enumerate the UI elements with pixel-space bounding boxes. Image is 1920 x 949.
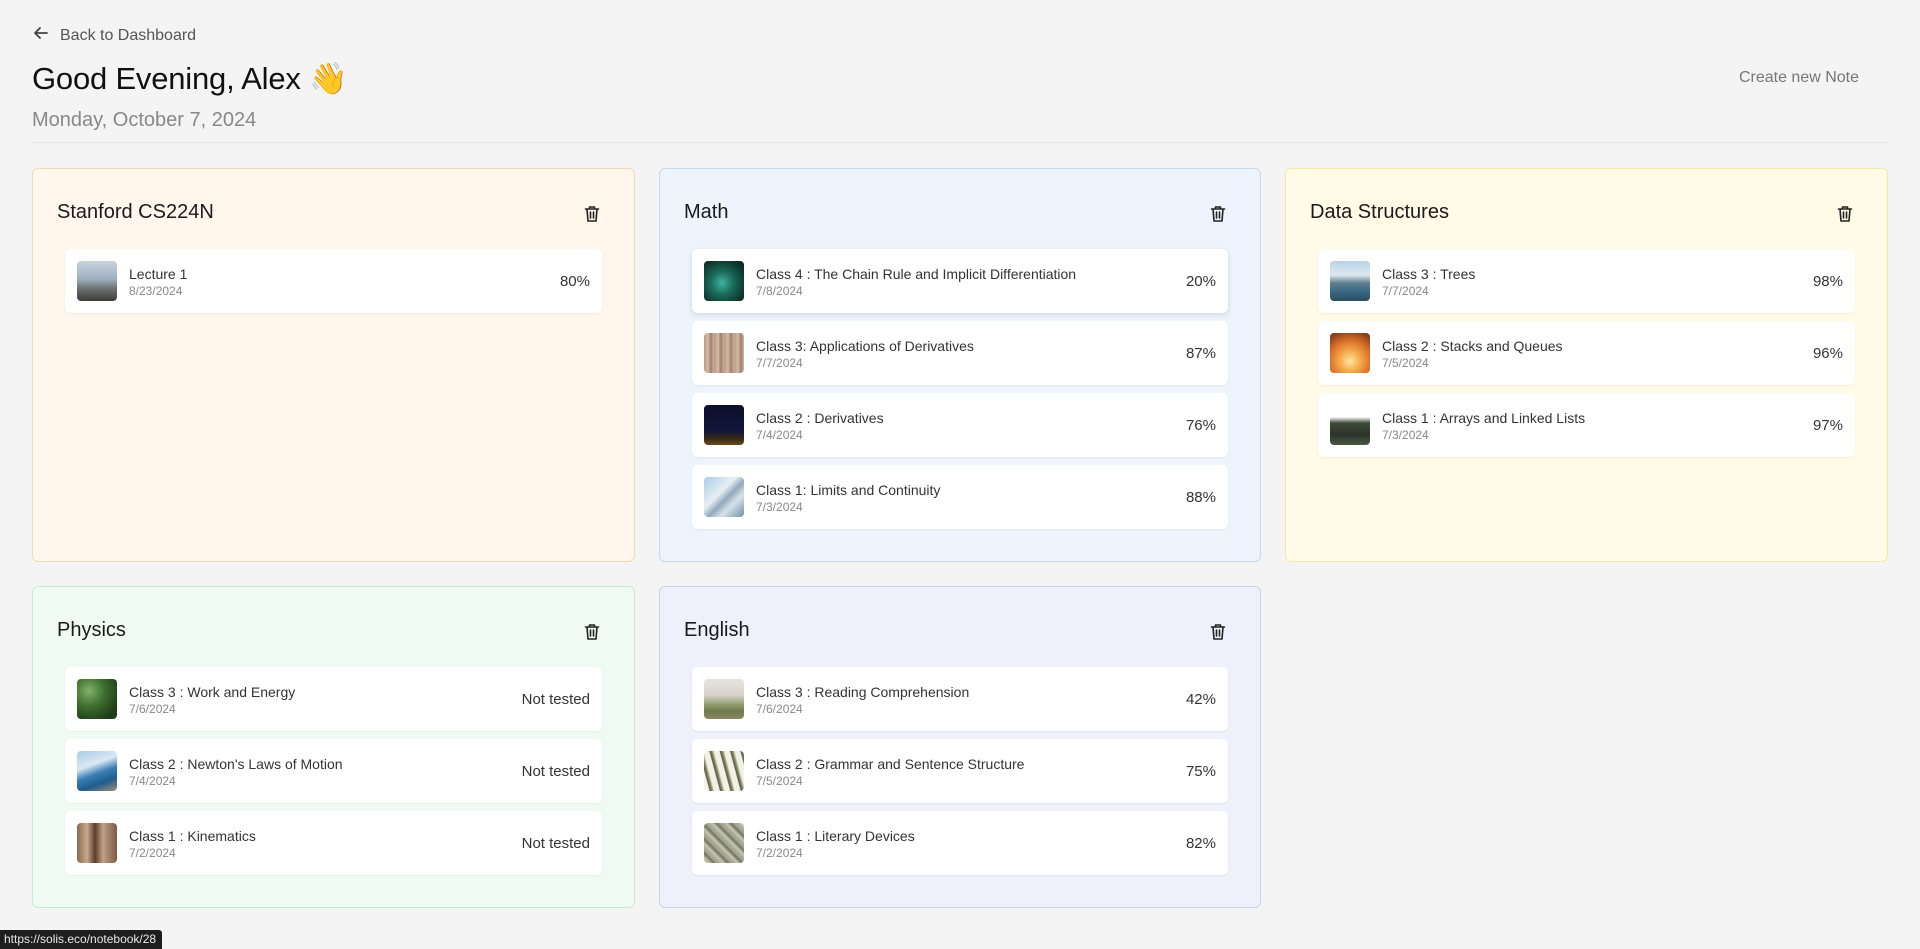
note-score: 98% xyxy=(1812,273,1843,290)
note-title: Class 1 : Literary Devices xyxy=(756,828,915,844)
notebook-card-physics: Physics Class 3 : Work and Energy 7/6/20… xyxy=(32,586,635,908)
note-date: 7/6/2024 xyxy=(129,702,176,716)
note-thumbnail xyxy=(1330,333,1370,373)
card-title: Stanford CS224N xyxy=(57,201,214,223)
header-divider xyxy=(32,142,1888,143)
note-thumbnail xyxy=(1330,261,1370,301)
note-date: 7/5/2024 xyxy=(756,774,803,788)
note-entry[interactable]: Class 4 : The Chain Rule and Implicit Di… xyxy=(692,249,1228,313)
note-score: Not tested xyxy=(521,835,590,852)
notebook-card-english: English Class 3 : Reading Comprehension … xyxy=(659,586,1261,908)
note-entry[interactable]: Class 1 : Literary Devices 7/2/2024 82% xyxy=(692,811,1228,875)
note-date: 7/2/2024 xyxy=(129,846,176,860)
delete-notebook-button[interactable] xyxy=(584,205,600,223)
note-date: 7/3/2024 xyxy=(1382,428,1429,442)
note-title: Lecture 1 xyxy=(129,266,188,282)
note-entry[interactable]: Class 3 : Work and Energy 7/6/2024 Not t… xyxy=(65,667,602,731)
note-title: Class 2 : Grammar and Sentence Structure xyxy=(756,756,1025,772)
note-title: Class 1 : Arrays and Linked Lists xyxy=(1382,410,1586,426)
trash-icon xyxy=(1837,205,1853,223)
note-date: 7/2/2024 xyxy=(756,846,803,860)
card-title: English xyxy=(684,619,750,641)
note-score: 88% xyxy=(1185,489,1216,506)
note-entry[interactable]: Class 3 : Trees 7/7/2024 98% xyxy=(1318,249,1855,313)
note-thumbnail xyxy=(77,679,117,719)
trash-icon xyxy=(1210,205,1226,223)
note-title: Class 4 : The Chain Rule and Implicit Di… xyxy=(756,266,1077,282)
notes-page: Back to Dashboard Good Evening, Alex 👋 M… xyxy=(0,0,1920,949)
create-new-note-button[interactable]: Create new Note xyxy=(1739,69,1859,87)
note-thumbnail xyxy=(77,751,117,791)
notebook-card-data-structures: Data Structures Class 3 : Trees 7/7/2024… xyxy=(1285,168,1888,562)
note-entry[interactable]: Class 2 : Stacks and Queues 7/5/2024 96% xyxy=(1318,321,1855,385)
note-title: Class 2 : Derivatives xyxy=(756,410,884,426)
delete-notebook-button[interactable] xyxy=(1210,623,1226,641)
note-score: Not tested xyxy=(521,763,590,780)
note-entry[interactable]: Class 2 : Grammar and Sentence Structure… xyxy=(692,739,1228,803)
note-entry[interactable]: Class 3 : Reading Comprehension 7/6/2024… xyxy=(692,667,1228,731)
note-entry[interactable]: Class 3: Applications of Derivatives 7/7… xyxy=(692,321,1228,385)
arrow-left-icon xyxy=(32,24,50,47)
card-title: Physics xyxy=(57,619,126,641)
note-score: 87% xyxy=(1185,345,1216,362)
note-date: 7/8/2024 xyxy=(756,284,803,298)
note-date: 7/4/2024 xyxy=(129,774,176,788)
note-thumbnail xyxy=(704,405,744,445)
card-title: Math xyxy=(684,201,729,223)
note-score: 80% xyxy=(559,273,590,290)
note-date: 7/7/2024 xyxy=(1382,284,1429,298)
trash-icon xyxy=(584,623,600,641)
note-score: 76% xyxy=(1185,417,1216,434)
greeting-heading: Good Evening, Alex 👋 xyxy=(32,61,348,96)
note-score: 96% xyxy=(1812,345,1843,362)
note-score: 82% xyxy=(1185,835,1216,852)
note-thumbnail xyxy=(704,751,744,791)
card-title: Data Structures xyxy=(1310,201,1449,223)
note-date: 7/7/2024 xyxy=(756,356,803,370)
back-to-dashboard-link[interactable]: Back to Dashboard xyxy=(32,24,196,47)
note-entry[interactable]: Class 2 : Derivatives 7/4/2024 76% xyxy=(692,393,1228,457)
note-score: 42% xyxy=(1185,691,1216,708)
note-entry[interactable]: Class 1 : Kinematics 7/2/2024 Not tested xyxy=(65,811,602,875)
note-score: 75% xyxy=(1185,763,1216,780)
note-entry[interactable]: Class 2 : Newton's Laws of Motion 7/4/20… xyxy=(65,739,602,803)
note-entry[interactable]: Class 1: Limits and Continuity 7/3/2024 … xyxy=(692,465,1228,529)
delete-notebook-button[interactable] xyxy=(584,623,600,641)
note-title: Class 1: Limits and Continuity xyxy=(756,482,941,498)
note-title: Class 2 : Newton's Laws of Motion xyxy=(129,756,343,772)
delete-notebook-button[interactable] xyxy=(1837,205,1853,223)
note-title: Class 3 : Reading Comprehension xyxy=(756,684,970,700)
status-bar-url: https://solis.eco/notebook/28 xyxy=(0,930,163,949)
current-date: Monday, October 7, 2024 xyxy=(32,109,257,131)
note-date: 7/4/2024 xyxy=(756,428,803,442)
note-thumbnail xyxy=(1330,405,1370,445)
note-thumbnail xyxy=(77,261,117,301)
note-score: 97% xyxy=(1812,417,1843,434)
note-thumbnail xyxy=(704,333,744,373)
note-thumbnail xyxy=(704,679,744,719)
delete-notebook-button[interactable] xyxy=(1210,205,1226,223)
notebook-card-math: Math Class 4 : The Chain Rule and Implic… xyxy=(659,168,1261,562)
note-score: Not tested xyxy=(521,691,590,708)
note-score: 20% xyxy=(1185,273,1216,290)
note-thumbnail xyxy=(704,477,744,517)
note-date: 7/6/2024 xyxy=(756,702,803,716)
note-date: 7/3/2024 xyxy=(756,500,803,514)
back-label: Back to Dashboard xyxy=(60,26,197,44)
note-entry[interactable]: Class 1 : Arrays and Linked Lists 7/3/20… xyxy=(1318,393,1855,457)
note-thumbnail xyxy=(704,261,744,301)
note-title: Class 3 : Trees xyxy=(1382,266,1476,282)
trash-icon xyxy=(584,205,600,223)
note-title: Class 3: Applications of Derivatives xyxy=(756,338,974,354)
trash-icon xyxy=(1210,623,1226,641)
note-entry[interactable]: Lecture 1 8/23/2024 80% xyxy=(65,249,602,313)
notebook-card-stanford-cs224n: Stanford CS224N Lecture 1 8/23/2024 80% xyxy=(32,168,635,562)
note-title: Class 3 : Work and Energy xyxy=(129,684,296,700)
note-date: 8/23/2024 xyxy=(129,284,183,298)
note-date: 7/5/2024 xyxy=(1382,356,1429,370)
note-thumbnail xyxy=(77,823,117,863)
note-title: Class 1 : Kinematics xyxy=(129,828,256,844)
note-title: Class 2 : Stacks and Queues xyxy=(1382,338,1563,354)
note-thumbnail xyxy=(704,823,744,863)
